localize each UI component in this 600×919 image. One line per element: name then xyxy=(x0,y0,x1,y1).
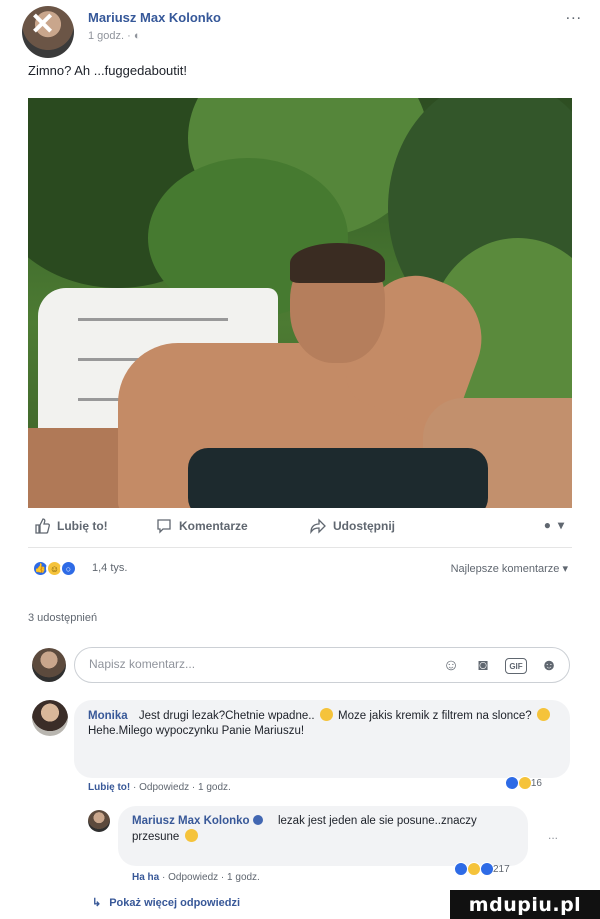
commenter-avatar[interactable] xyxy=(32,700,68,736)
audience-selector[interactable]: ● ▾ xyxy=(544,518,564,532)
post-text: Zimno? Ah ...fuggedaboutit! xyxy=(28,63,187,78)
composer-tools: ☺ ◙ GIF ☻ xyxy=(441,656,559,676)
comment-sort-dropdown[interactable]: Najlepsze komentarze ▾ xyxy=(451,562,568,575)
reaction-count[interactable]: 1,4 tys. xyxy=(92,562,127,574)
comment-reaction-count: 16 xyxy=(530,777,542,789)
share-button[interactable]: Udostępnij xyxy=(310,518,395,534)
current-user-avatar xyxy=(32,648,66,682)
comment-bubble: Monika Jest drugi lezak?Chetnie wpadne..… xyxy=(74,700,570,778)
wow-reaction-icon: ○ xyxy=(60,560,77,577)
share-arrow-icon xyxy=(310,518,326,534)
replier-avatar[interactable] xyxy=(88,810,110,832)
comment-icon xyxy=(157,519,171,534)
comment-text: Hehe.Milego wypoczynku Panie Mariuszu! xyxy=(88,725,305,737)
comment-bubble: Mariusz Max Kolonko lezak jest jeden ale… xyxy=(118,806,528,866)
like-reaction-icon xyxy=(504,776,519,790)
show-more-replies-label: Pokaż więcej odpowiedzi xyxy=(109,897,241,909)
comment-text: Jest drugi lezak?Chetnie wpadne.. xyxy=(138,710,315,722)
comment-author[interactable]: Mariusz Max Kolonko xyxy=(132,815,267,827)
reactions-row: 👍 ☺ ○ 1,4 tys. Najlepsze komentarze ▾ xyxy=(28,556,572,580)
comment-meta: Ha ha · Odpowiedz · 1 godz. xyxy=(132,872,260,883)
sticker-icon[interactable]: ☻ xyxy=(539,656,559,676)
more-options-icon[interactable]: ... xyxy=(566,6,582,24)
comment-input-wrapper[interactable]: ☺ ◙ GIF ☻ xyxy=(74,647,570,683)
comment-reactions[interactable]: 16 xyxy=(504,776,542,790)
like-reaction-icon xyxy=(454,862,468,876)
comment-meta-text[interactable]: · Odpowiedz · 1 godz. xyxy=(130,782,231,793)
comment-author[interactable]: Monika xyxy=(88,710,128,722)
show-more-replies-link[interactable]: ↳ Pokaż więcej odpowiedzi xyxy=(92,896,240,909)
more-options-icon[interactable]: ... xyxy=(548,828,558,842)
reaction-icons[interactable]: 👍 ☺ ○ xyxy=(32,560,77,577)
post-header: ✕ Mariusz Max Kolonko 1 godz. · ◐ ... xyxy=(22,4,582,58)
comment-haha-link[interactable]: Ha ha xyxy=(132,872,159,883)
verified-badge-icon xyxy=(252,815,263,825)
comment-meta: Lubię to! · Odpowiedz · 1 godz. xyxy=(88,782,231,793)
person-icon: ● xyxy=(543,518,551,532)
share-label: Udostępnij xyxy=(333,519,395,533)
comment-text: Moze jakis kremik z filtrem na slonce? xyxy=(338,710,532,722)
close-icon[interactable]: ✕ xyxy=(30,10,55,40)
smile-emoji-icon xyxy=(536,708,550,721)
gif-icon[interactable]: GIF xyxy=(505,658,527,674)
like-button[interactable]: Lubię to! xyxy=(34,518,108,534)
chevron-down-icon: ▾ xyxy=(557,518,564,532)
comment-composer: ☺ ◙ GIF ☻ xyxy=(28,644,572,688)
comment-input[interactable] xyxy=(89,657,389,671)
author-avatar[interactable]: ✕ xyxy=(22,6,74,58)
emoji-icon[interactable]: ☺ xyxy=(441,656,461,676)
haha-reaction-icon xyxy=(467,862,481,876)
post-actions-bar: Lubię to! Komentarze Udostępnij ● ▾ xyxy=(28,508,572,548)
comment-meta-text[interactable]: · Odpowiedz · 1 godz. xyxy=(159,872,260,883)
smile-emoji-icon xyxy=(184,829,198,842)
camera-icon[interactable]: ◙ xyxy=(473,656,493,676)
post-author[interactable]: Mariusz Max Kolonko xyxy=(88,10,221,25)
haha-reaction-icon xyxy=(517,776,532,790)
reply-arrow-icon: ↳ xyxy=(92,897,102,909)
post-photo[interactable] xyxy=(28,98,572,508)
share-count[interactable]: 3 udostępnień xyxy=(28,612,97,624)
smile-emoji-icon xyxy=(319,708,333,721)
like-label: Lubię to! xyxy=(57,519,108,533)
watermark-logo: mdupiu.pl xyxy=(450,890,600,919)
comment-reactions[interactable]: 217 xyxy=(454,862,510,876)
wow-reaction-icon xyxy=(480,862,494,876)
thumbs-up-icon xyxy=(35,518,50,534)
comment-label: Komentarze xyxy=(179,519,248,533)
comment-reaction-count: 217 xyxy=(493,863,510,875)
comment-like-link[interactable]: Lubię to! xyxy=(88,782,130,793)
post-timestamp[interactable]: 1 godz. · ◐ xyxy=(88,30,141,42)
comment-button[interactable]: Komentarze xyxy=(156,518,248,534)
